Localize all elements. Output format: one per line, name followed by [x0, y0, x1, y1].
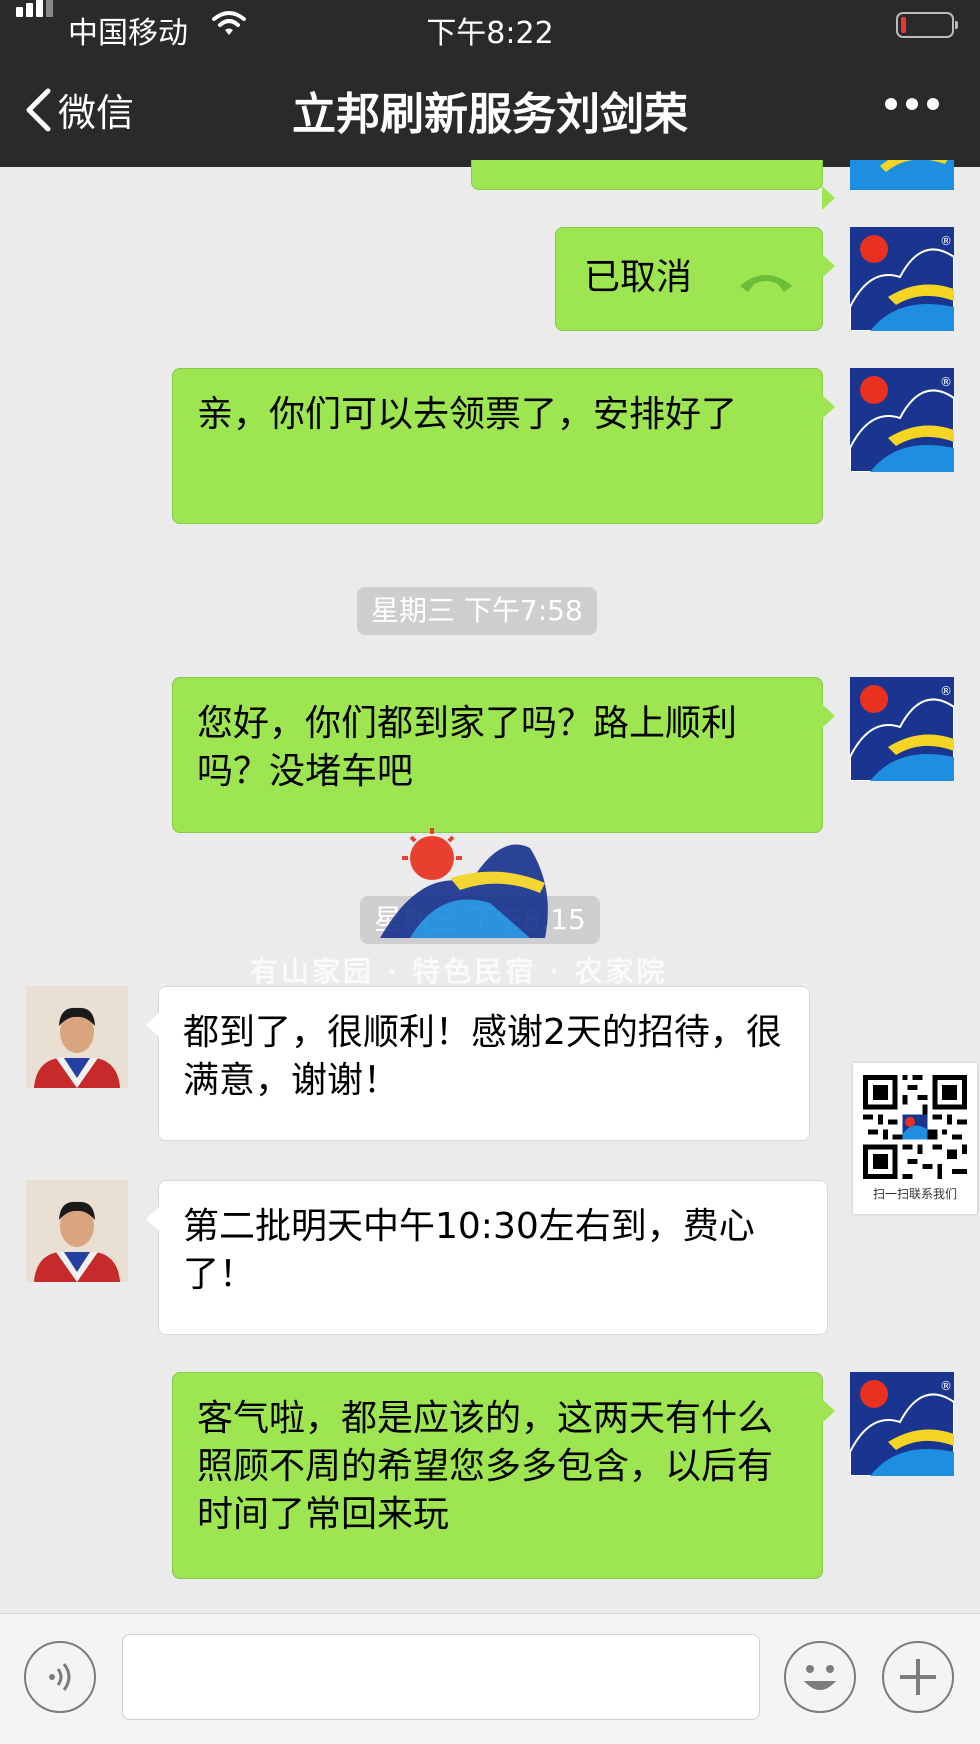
battery-icon: [896, 12, 958, 38]
emoji-icon: [804, 1665, 836, 1690]
qr-caption: 扫一扫联系我们: [872, 1187, 957, 1201]
status-time: 下午8:22: [426, 16, 554, 51]
message-text: 客气啦，都是应该的，这两天有什么照顾不周的希望您多多包含，以后有时间了常回来玩: [197, 1398, 774, 1535]
message-bubble[interactable]: 您好，你们都到家了吗？路上顺利吗？没堵车吧: [172, 677, 835, 833]
nav-bar: 微信 立邦刷新服务刘剑荣: [0, 52, 980, 167]
more-icon: [885, 98, 897, 110]
input-toolbar: [0, 1613, 980, 1744]
status-bar: 中国移动 下午8:22: [0, 0, 980, 52]
svg-text:®: ®: [940, 234, 952, 248]
sender-avatar[interactable]: ®: [850, 1372, 954, 1476]
watermark-text: 有山家园 · 特色民宿 · 农家院: [250, 955, 668, 988]
sender-avatar[interactable]: ®: [850, 227, 954, 331]
message-bubble[interactable]: 都到了，很顺利！感谢2天的招待，很满意，谢谢！: [146, 986, 810, 1141]
more-button[interactable]: [885, 98, 939, 110]
svg-text:®: ®: [940, 1379, 952, 1393]
svg-text:®: ®: [940, 375, 952, 389]
message-bubble[interactable]: 已取消: [555, 227, 835, 331]
emoji-button[interactable]: [784, 1641, 856, 1713]
message-text: 亲，你们可以去领票了，安排好了: [197, 394, 738, 435]
voice-icon: [49, 1663, 71, 1691]
watermark-logo-icon: [380, 828, 548, 938]
sender-avatar[interactable]: ®: [850, 677, 954, 781]
message-bubble[interactable]: 客气啦，都是应该的，这两天有什么照顾不周的希望您多多包含，以后有时间了常回来玩: [172, 1372, 835, 1579]
message-text: 第二批明天中午10:30左右到，费心了！: [183, 1206, 755, 1295]
sender-avatar[interactable]: ®: [850, 368, 954, 472]
message-bubble[interactable]: 第二批明天中午10:30左右到，费心了！: [146, 1180, 828, 1335]
add-button[interactable]: [882, 1641, 954, 1713]
message-text: 都到了，很顺利！感谢2天的招待，很满意，谢谢！: [183, 1012, 782, 1101]
message-text: 您好，你们都到家了吗？路上顺利吗？没堵车吧: [197, 703, 738, 792]
timestamp: 星期三 下午7:58: [357, 587, 597, 635]
contact-avatar[interactable]: [26, 986, 128, 1088]
contact-avatar[interactable]: [26, 1180, 128, 1282]
message-bubble-partial[interactable]: [471, 160, 835, 210]
voice-button[interactable]: [24, 1641, 96, 1713]
qr-code-icon: [863, 1075, 967, 1179]
sender-avatar[interactable]: [850, 160, 954, 190]
qr-code-card[interactable]: 扫一扫联系我们: [853, 1063, 977, 1214]
add-icon: [900, 1659, 936, 1695]
chat-title: 立邦刷新服务刘剑荣: [292, 89, 688, 140]
svg-text:®: ®: [940, 684, 952, 698]
phone-hangup-icon: [740, 275, 792, 292]
message-bubble[interactable]: 亲，你们可以去领票了，安排好了: [172, 368, 835, 524]
message-input[interactable]: [122, 1634, 760, 1720]
